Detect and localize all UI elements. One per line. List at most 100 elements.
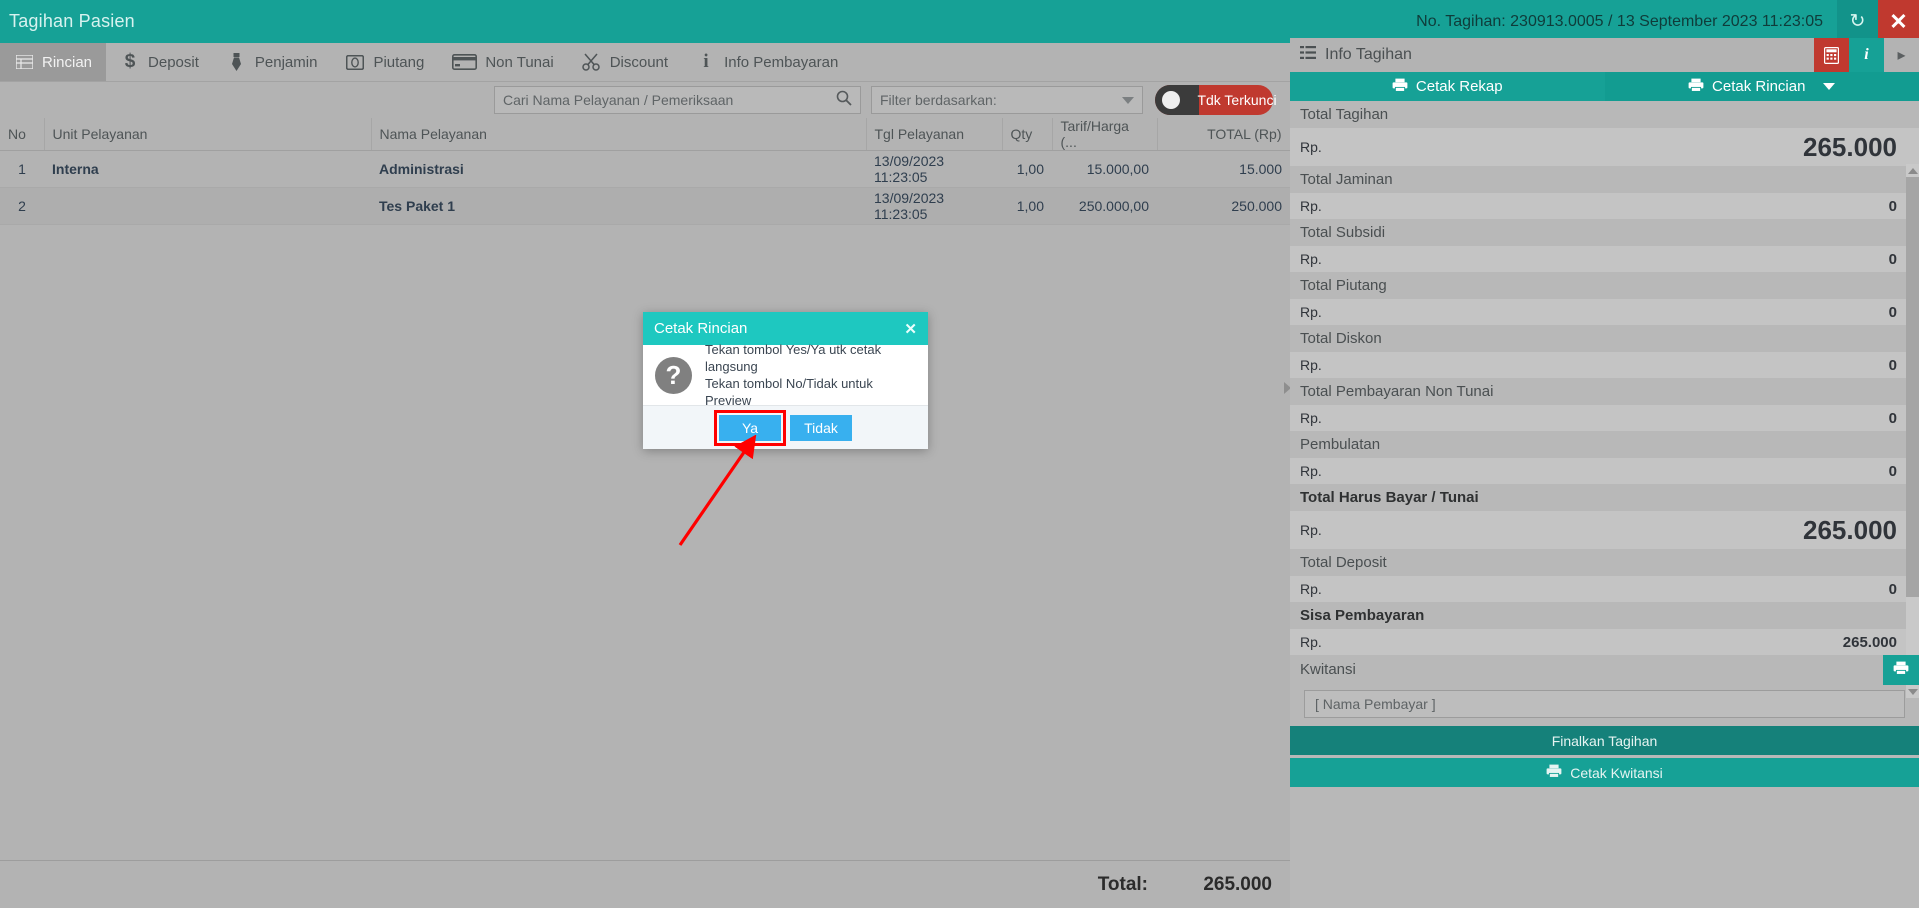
info-panel-header: Info Tagihan i ▸ [1290, 38, 1919, 72]
info-panel-buttons: i ▸ [1814, 38, 1919, 72]
info-icon: i [703, 51, 709, 72]
summary-label-total-subsidi: Total Subsidi [1290, 219, 1919, 246]
col-tgl-pelayanan[interactable]: Tgl Pelayanan [866, 118, 1003, 151]
summary-label-total-deposit: Total Deposit [1290, 549, 1919, 576]
cell-tgl: 13/09/2023 11:23:05 [866, 187, 1002, 225]
search-icon[interactable] [836, 90, 852, 111]
invoice-number-label: No. Tagihan: 230913.0005 / 13 September … [1416, 12, 1823, 30]
summary-label-pembulatan: Pembulatan [1290, 431, 1919, 458]
tab-label: Info Pembayaran [724, 53, 839, 71]
currency-prefix: Rp. [1300, 357, 1322, 373]
printer-icon [1546, 764, 1562, 781]
scissors-icon [582, 52, 602, 72]
search-input[interactable] [503, 92, 836, 108]
col-qty[interactable]: Qty [1002, 118, 1053, 151]
table-header-row: No Unit Pelayanan Nama Pelayanan Tgl Pel… [0, 118, 1291, 151]
cell-no: 1 [0, 150, 44, 188]
finalkan-tagihan-button[interactable]: Finalkan Tagihan [1290, 726, 1919, 755]
nama-pembayar-placeholder: [ Nama Pembayar ] [1315, 696, 1436, 712]
scroll-down-icon[interactable] [1906, 685, 1919, 698]
table-footer-total: Total: 265.000 [0, 860, 1290, 908]
dialog-message-line2: Tekan tombol No/Tidak untuk Preview [705, 376, 873, 408]
dialog-title: Cetak Rincian [654, 320, 748, 337]
summary-label-total-piutang: Total Piutang [1290, 272, 1919, 299]
amount: 0 [1888, 250, 1897, 268]
info-panel-title: Info Tagihan [1325, 46, 1412, 63]
col-unit-pelayanan[interactable]: Unit Pelayanan [44, 118, 372, 151]
credit-card-icon [452, 52, 478, 72]
table-row[interactable]: 1 Interna Administrasi 13/09/2023 11:23:… [0, 150, 1290, 188]
refresh-icon[interactable]: ↻ [1837, 0, 1878, 43]
summary-value-total-non-tunai: Rp. 0 [1290, 405, 1919, 431]
amount: 0 [1888, 580, 1897, 598]
cetak-rincian-button[interactable]: Cetak Rincian [1604, 72, 1919, 101]
close-icon[interactable]: ✕ [1878, 0, 1919, 43]
summary-label-total-tagihan: Total Tagihan [1290, 101, 1919, 128]
tab-rincian[interactable]: Rincian [0, 43, 107, 81]
summary-value-total-diskon: Rp. 0 [1290, 352, 1919, 378]
printer-icon [1392, 78, 1408, 96]
tab-label: Penjamin [254, 53, 318, 71]
currency-prefix: Rp. [1300, 463, 1322, 479]
info-icon[interactable]: i [1849, 38, 1884, 72]
currency-prefix: Rp. [1300, 139, 1322, 155]
tab-non-tunai[interactable]: Non Tunai [438, 43, 567, 81]
dialog-message-line1: Tekan tombol Yes/Ya utk cetak langsung [705, 342, 882, 374]
cetak-rekap-button[interactable]: Cetak Rekap [1290, 72, 1605, 101]
lock-toggle[interactable]: Tdk Terkunci [1155, 85, 1277, 115]
chevron-down-icon [1122, 96, 1134, 104]
summary-value-pembulatan: Rp. 0 [1290, 458, 1919, 484]
chevron-right-icon[interactable]: ▸ [1884, 38, 1919, 72]
service-table-area: No Unit Pelayanan Nama Pelayanan Tgl Pel… [0, 118, 1291, 860]
cetak-kwitansi-button[interactable]: Cetak Kwitansi [1290, 758, 1919, 787]
nama-pembayar-field[interactable]: [ Nama Pembayar ] [1304, 690, 1905, 718]
scrollbar-thumb[interactable] [1906, 177, 1919, 597]
chevron-down-icon[interactable] [1823, 83, 1836, 90]
total-label: Total: [1097, 873, 1148, 895]
dialog-yes-button[interactable]: Ya [714, 409, 786, 446]
cell-nama: Tes Paket 1 [371, 187, 866, 225]
service-table: No Unit Pelayanan Nama Pelayanan Tgl Pel… [0, 118, 1291, 225]
tab-piutang[interactable]: Piutang [331, 43, 438, 81]
cell-tarif: 250.000,00 [1052, 187, 1157, 225]
col-nama-pelayanan[interactable]: Nama Pelayanan [371, 118, 867, 151]
dialog-no-button[interactable]: Tidak [790, 414, 852, 441]
summary-label-total-jaminan: Total Jaminan [1290, 166, 1919, 193]
print-tab-label: Cetak Rincian [1712, 78, 1806, 95]
info-tagihan-panel: Info Tagihan i ▸ Cetak Rekap Cetak Rinci… [1290, 38, 1919, 908]
col-total[interactable]: TOTAL (Rp) [1157, 118, 1291, 151]
table-row[interactable]: 2 Tes Paket 1 13/09/2023 11:23:05 1,00 2… [0, 187, 1290, 225]
print-tab-label: Cetak Rekap [1415, 78, 1503, 95]
calculator-icon[interactable] [1814, 38, 1849, 72]
scroll-up-icon[interactable] [1906, 164, 1919, 177]
close-icon[interactable]: ✕ [904, 320, 917, 338]
amount: 265.000 [1803, 131, 1897, 162]
tab-deposit[interactable]: $ Deposit [106, 43, 213, 81]
currency-prefix: Rp. [1300, 581, 1322, 597]
tab-label: Discount [609, 53, 669, 71]
dialog-message: Tekan tombol Yes/Ya utk cetak langsung T… [705, 341, 916, 409]
summary-value-total-deposit: Rp. 0 [1290, 576, 1919, 602]
col-no[interactable]: No [0, 118, 45, 151]
cell-unit: Interna [44, 150, 371, 188]
amount: 0 [1888, 303, 1897, 321]
cell-nama: Administrasi [371, 150, 866, 188]
tab-info-pembayaran[interactable]: i Info Pembayaran [682, 43, 852, 81]
cell-total: 250.000 [1157, 187, 1290, 225]
tab-discount[interactable]: Discount [568, 43, 682, 81]
kwitansi-print-button[interactable] [1883, 655, 1919, 685]
col-tarif[interactable]: Tarif/Harga (... [1052, 118, 1158, 151]
title-bar: Tagihan Pasien No. Tagihan: 230913.0005 … [0, 0, 1919, 43]
tab-penjamin[interactable]: Penjamin [213, 43, 332, 81]
summary-label-total-non-tunai: Total Pembayaran Non Tunai [1290, 378, 1919, 405]
cell-no: 2 [0, 187, 44, 225]
amount: 265.000 [1803, 514, 1897, 545]
question-mark-icon: ? [655, 356, 692, 394]
summary-scrollbar[interactable] [1906, 164, 1919, 698]
amount: 0 [1888, 197, 1897, 215]
filter-dropdown[interactable]: Filter berdasarkan: [871, 86, 1143, 114]
table-toolbar: Filter berdasarkan: Tdk Terkunci [0, 82, 1290, 118]
kwitansi-row: Kwitansi [1290, 655, 1919, 685]
kwitansi-label: Kwitansi [1300, 660, 1356, 678]
search-box[interactable] [494, 86, 861, 114]
